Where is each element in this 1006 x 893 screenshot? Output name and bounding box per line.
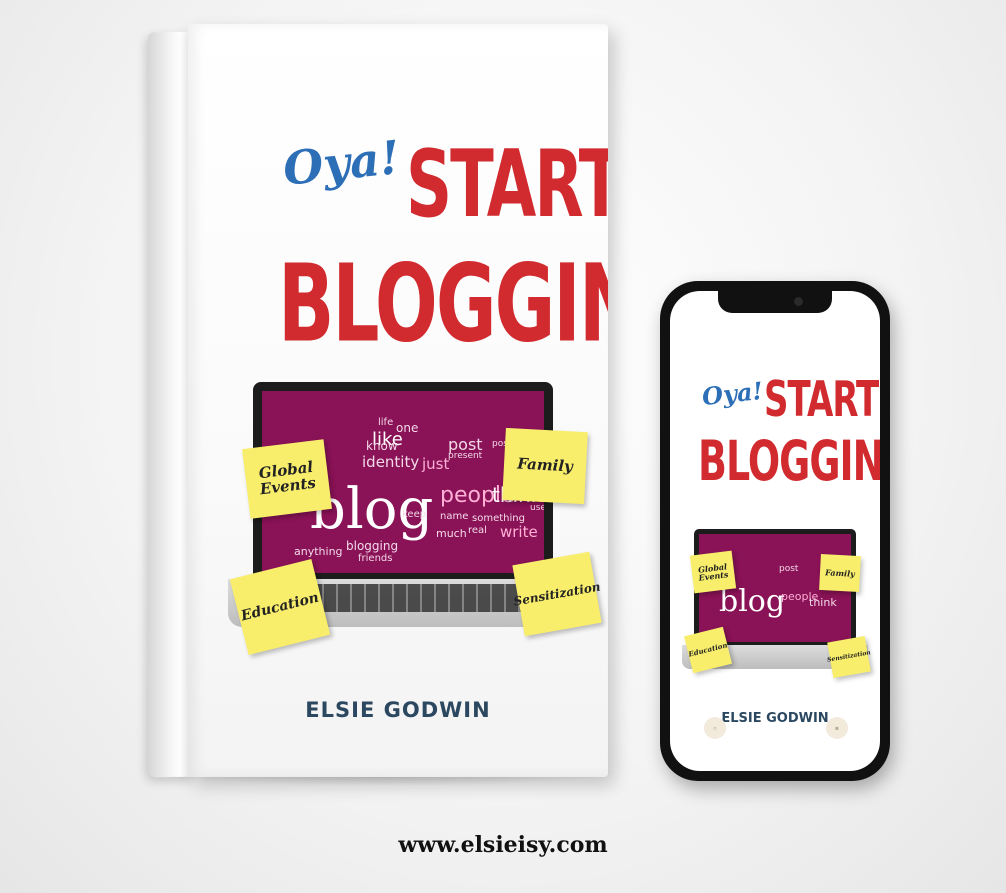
phone-mockup: Oya! START BLOGGING blog people think po…	[660, 281, 890, 781]
phone-word: think	[809, 596, 837, 609]
phone-sticky-note-family: Family	[819, 553, 861, 593]
phone-screen: Oya! START BLOGGING blog people think po…	[670, 291, 880, 771]
phone-word-main: blog	[719, 584, 786, 619]
website-url[interactable]: www.elsieisy.com	[0, 832, 1006, 858]
word-large: write	[500, 523, 538, 541]
word-small: something	[472, 513, 525, 524]
phone-right-icon: ▪	[826, 717, 848, 739]
phone-title-start: START	[764, 371, 879, 429]
sticky-note-global-events: Global Events	[242, 439, 332, 519]
phone-author: ELSIE GODWIN	[721, 711, 829, 726]
word-small: blogging	[346, 539, 399, 553]
word-small: life	[378, 417, 394, 428]
word-small: much	[436, 527, 467, 540]
word-small: present	[448, 451, 483, 461]
book-title-start: START	[406, 132, 608, 240]
book-title-blogging: BLOGGING	[278, 242, 608, 367]
book-author: ELSIE GODWIN	[305, 698, 491, 722]
word-small: anything	[294, 545, 343, 558]
word-small: friends	[358, 553, 393, 564]
phone-sticky-note-global-events: Global Events	[689, 550, 737, 594]
laptop-illustration: blog people think like identity just pos…	[198, 374, 602, 656]
phone-notch	[718, 291, 832, 313]
word-large: know	[366, 439, 398, 453]
word-small: real	[468, 525, 487, 536]
word-small: name	[440, 511, 469, 522]
word-large: one	[396, 421, 419, 435]
book-cover: Oya! START BLOGGING blog people think li…	[188, 24, 608, 777]
phone-sticky-note-sensitization: Sensitization	[827, 635, 871, 679]
camera-icon	[794, 297, 803, 306]
word-large: identity	[362, 453, 420, 471]
sticky-note-family: Family	[502, 427, 588, 505]
word-large: just	[422, 455, 450, 473]
book-mockup: Oya! START BLOGGING blog people think li…	[148, 24, 610, 779]
word-small: use	[530, 503, 544, 513]
phone-title-script: Oya!	[700, 375, 765, 412]
phone-left-icon: ◦	[704, 717, 726, 739]
book-title-script: Oya!	[280, 130, 403, 196]
phone-title-blogging: BLOGGING	[698, 429, 880, 493]
word-small: keep	[402, 509, 427, 520]
sticky-note-education: Education	[229, 558, 331, 656]
phone-word: post	[779, 564, 799, 574]
sticky-note-sensitization: Sensitization	[512, 551, 602, 637]
